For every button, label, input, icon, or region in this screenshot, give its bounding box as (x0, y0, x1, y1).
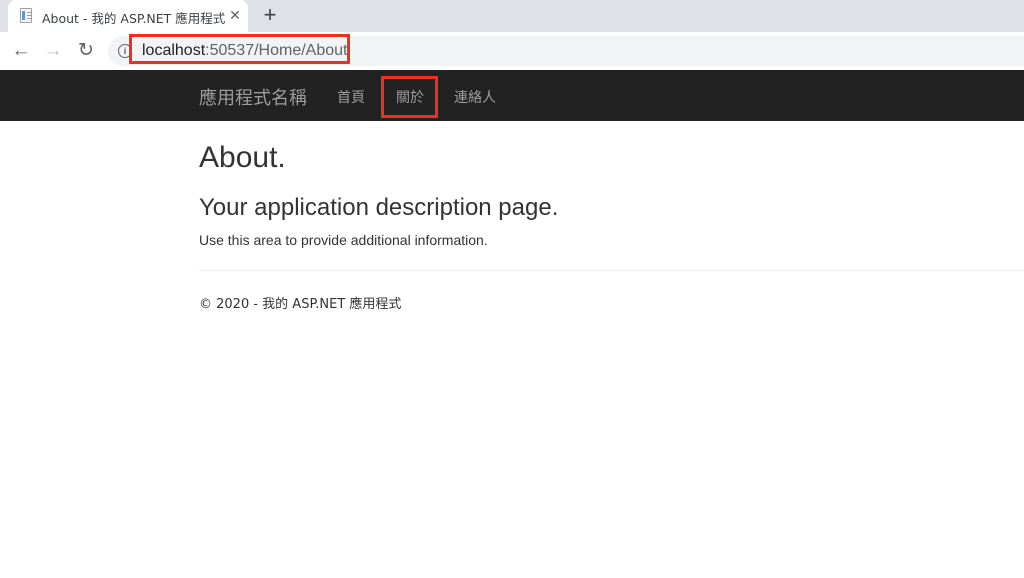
page-icon (20, 8, 32, 23)
tab-title: About - 我的 ASP.NET 應用程式 (42, 11, 226, 26)
url-highlight-box (129, 34, 350, 64)
back-arrow-icon[interactable]: ← (9, 39, 33, 63)
close-tab-icon[interactable]: ✕ (226, 6, 244, 24)
nav-highlight-box (381, 76, 438, 118)
nav-link-home[interactable]: 首頁 (337, 87, 365, 107)
tab-strip: About - 我的 ASP.NET 應用程式 ✕ + (0, 0, 1024, 32)
browser-toolbar: ← → ↻ i localhost:50537/Home/About (0, 32, 1024, 70)
new-tab-icon[interactable]: + (258, 4, 282, 28)
site-navbar: 應用程式名稱 首頁 關於 連絡人 (0, 70, 1024, 121)
address-bar[interactable]: i localhost:50537/Home/About (108, 34, 1024, 66)
nav-link-contact[interactable]: 連絡人 (454, 87, 496, 107)
browser-tab[interactable]: About - 我的 ASP.NET 應用程式 ✕ (8, 0, 248, 32)
page-description: Use this area to provide additional info… (199, 232, 488, 248)
navbar-brand[interactable]: 應用程式名稱 (199, 84, 307, 110)
page-title: About. (199, 141, 286, 174)
footer-copyright: © 2020 - 我的 ASP.NET 應用程式 (199, 297, 402, 312)
reload-icon[interactable]: ↻ (74, 39, 98, 63)
footer-divider (199, 270, 1024, 271)
page-subtitle: Your application description page. (199, 194, 559, 221)
forward-arrow-icon[interactable]: → (41, 39, 65, 63)
